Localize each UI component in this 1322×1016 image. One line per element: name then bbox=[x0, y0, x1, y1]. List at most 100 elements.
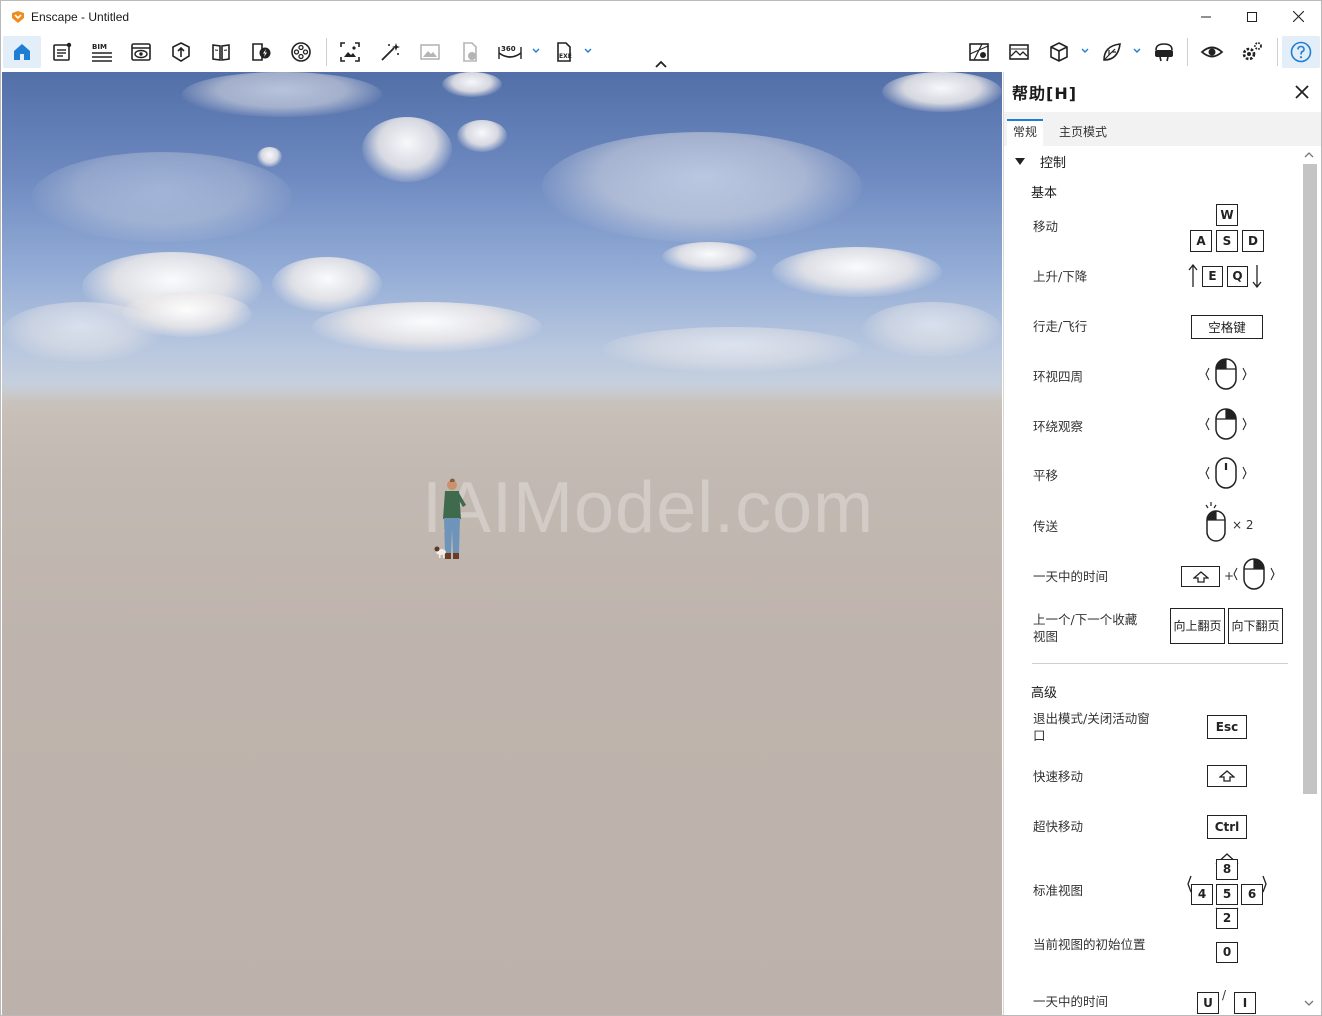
enscape-window: Enscape - Untitled BIM 360 EXE IAIModel.… bbox=[0, 0, 1322, 1016]
landscape-icon bbox=[1009, 44, 1029, 60]
key-i: I bbox=[1234, 992, 1256, 1014]
panel-title: 帮助[H] bbox=[1012, 84, 1078, 103]
close-icon[interactable] bbox=[1292, 82, 1312, 102]
map-pin-icon bbox=[969, 43, 989, 61]
key-q: Q bbox=[1227, 266, 1248, 287]
svg-text:EXE: EXE bbox=[559, 53, 572, 60]
tab-home-mode[interactable]: 主页模式 bbox=[1053, 119, 1113, 146]
chevron-down-icon[interactable] bbox=[531, 46, 541, 56]
key-esc: Esc bbox=[1207, 715, 1247, 739]
mouse-right-drag-icon bbox=[1205, 408, 1247, 440]
asset-library-button[interactable] bbox=[162, 36, 200, 68]
label-initial-position: 当前视图的初始位置 bbox=[1033, 937, 1146, 952]
chevron-down-icon[interactable] bbox=[1080, 46, 1090, 56]
cloud bbox=[257, 147, 282, 167]
help-panel: 帮助[H] 常规 主页模式 控制 基本 移动 W A S D 上升/下降 E Q bbox=[1003, 72, 1321, 1015]
label-prev-next-view: 上一个/下一个收藏视图 bbox=[1033, 612, 1138, 644]
video-editor-button[interactable] bbox=[282, 36, 320, 68]
vr-headset-icon bbox=[1155, 43, 1173, 62]
panorama-button[interactable]: 360 bbox=[491, 36, 529, 68]
key-numpad-2: 2 bbox=[1216, 908, 1238, 929]
export-png-button[interactable] bbox=[451, 36, 489, 68]
shift-arrow-icon bbox=[1192, 570, 1209, 583]
lightning-book-icon bbox=[252, 43, 271, 61]
watermark: IAIModel.com bbox=[422, 468, 875, 548]
screenshot-button[interactable] bbox=[331, 36, 369, 68]
notes-icon bbox=[53, 42, 72, 61]
section-divider bbox=[1032, 663, 1288, 664]
vr-headset-button[interactable] bbox=[1145, 36, 1183, 68]
key-u: U bbox=[1197, 992, 1219, 1014]
label-pan: 平移 bbox=[1033, 468, 1059, 483]
label-move: 移动 bbox=[1033, 219, 1059, 234]
chevron-up-icon[interactable] bbox=[1303, 150, 1315, 160]
enscape-logo-icon bbox=[12, 10, 24, 23]
label-look-around: 环视四周 bbox=[1033, 369, 1084, 384]
cloud bbox=[662, 242, 757, 272]
settings-button[interactable] bbox=[1233, 36, 1271, 68]
key-page-down: 向下翻页 bbox=[1228, 608, 1283, 644]
notes-button[interactable] bbox=[43, 36, 81, 68]
sky-settings-button[interactable] bbox=[1000, 36, 1038, 68]
label-standard-views: 标准视图 bbox=[1033, 883, 1084, 898]
shift-arrow-icon bbox=[1219, 770, 1235, 782]
label-exit-mode: 退出模式/关闭活动窗口 bbox=[1033, 711, 1150, 743]
file-export-icon bbox=[463, 42, 477, 62]
visual-preview-button[interactable] bbox=[1193, 36, 1231, 68]
key-ctrl: Ctrl bbox=[1207, 815, 1247, 839]
window-title: Enscape - Untitled bbox=[31, 9, 130, 24]
bim-button[interactable]: BIM bbox=[83, 36, 121, 68]
toolbar-separator bbox=[1187, 38, 1188, 66]
section-title: 控制 bbox=[1040, 156, 1067, 171]
maximize-button[interactable] bbox=[1229, 1, 1275, 32]
cloud bbox=[272, 257, 382, 312]
section-controls[interactable]: 控制 bbox=[1014, 152, 1066, 171]
chevron-up-icon[interactable] bbox=[654, 59, 668, 69]
key-numpad-4: 4 bbox=[1191, 884, 1213, 905]
chevron-down-icon[interactable] bbox=[1132, 46, 1142, 56]
export-exe-button[interactable]: EXE bbox=[545, 36, 583, 68]
home-button[interactable] bbox=[3, 36, 41, 68]
cloud bbox=[32, 152, 292, 242]
material-editor-button[interactable] bbox=[202, 36, 240, 68]
help-icon bbox=[1290, 41, 1312, 63]
help-content: 控制 基本 移动 W A S D 上升/下降 E Q 行走/飞行 空格键 环视四… bbox=[1004, 146, 1321, 1015]
title-bar: Enscape - Untitled bbox=[1, 1, 1321, 32]
subsection-advanced: 高级 bbox=[1031, 686, 1058, 701]
help-button[interactable] bbox=[1282, 36, 1320, 68]
view-mode-button[interactable] bbox=[1040, 36, 1078, 68]
film-reel-icon bbox=[291, 42, 311, 62]
label-fast-move: 快速移动 bbox=[1033, 769, 1084, 784]
chevron-down-icon[interactable] bbox=[1303, 998, 1315, 1008]
cloud bbox=[602, 327, 862, 372]
tab-general[interactable]: 常规 bbox=[1007, 119, 1044, 146]
render-viewport[interactable]: IAIModel.com bbox=[2, 72, 1002, 1015]
key-numpad-6: 6 bbox=[1241, 884, 1263, 905]
minimap-button[interactable] bbox=[960, 36, 998, 68]
panel-scrollbar[interactable] bbox=[1300, 150, 1318, 1012]
key-numpad-8: 8 bbox=[1216, 859, 1238, 880]
cloud bbox=[882, 72, 1002, 112]
label-orbit: 环绕观察 bbox=[1033, 419, 1084, 434]
cloud bbox=[182, 72, 382, 117]
minimize-button[interactable] bbox=[1183, 1, 1229, 32]
close-window-button[interactable] bbox=[1275, 1, 1321, 32]
ai-enhance-button[interactable] bbox=[371, 36, 409, 68]
bim-icon: BIM bbox=[92, 43, 112, 62]
subsection-basic: 基本 bbox=[1031, 186, 1058, 201]
key-d: D bbox=[1242, 230, 1264, 252]
scrollbar-thumb[interactable] bbox=[1303, 164, 1317, 794]
minimize-icon bbox=[1201, 16, 1211, 17]
cloud bbox=[862, 302, 1002, 357]
atmosphere-button[interactable] bbox=[1093, 36, 1131, 68]
key-numpad-0: 0 bbox=[1216, 942, 1238, 963]
batch-render-button[interactable] bbox=[411, 36, 449, 68]
chevron-down-icon[interactable] bbox=[583, 46, 593, 56]
cube-icon bbox=[1050, 42, 1068, 62]
image-icon bbox=[420, 44, 440, 60]
key-shift bbox=[1181, 566, 1220, 587]
key-a: A bbox=[1190, 230, 1212, 252]
arrow-down-icon bbox=[1252, 265, 1262, 288]
live-update-button[interactable] bbox=[242, 36, 280, 68]
visual-settings-button[interactable] bbox=[122, 36, 160, 68]
